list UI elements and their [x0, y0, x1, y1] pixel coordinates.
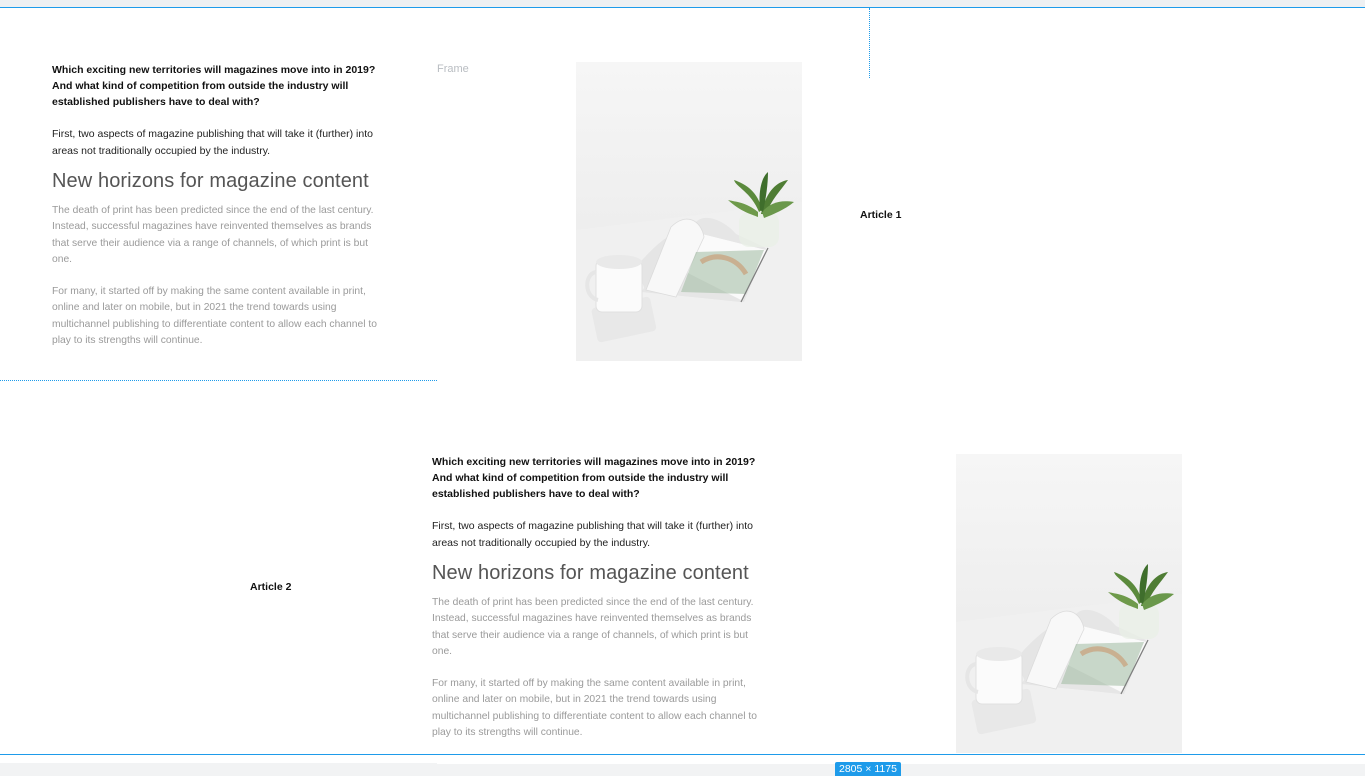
article-2-text-block[interactable]: Which exciting new territories will maga… — [432, 454, 762, 741]
article-intro: First, two aspects of magazine publishin… — [52, 128, 373, 157]
selection-top-edge[interactable] — [0, 7, 1365, 8]
article-heading: New horizons for magazine content — [432, 562, 749, 584]
frame-label[interactable]: Frame — [437, 63, 469, 75]
horizontal-guide[interactable] — [0, 380, 437, 381]
article-lead: Which exciting new territories will maga… — [52, 64, 376, 108]
article-heading: New horizons for magazine content — [52, 170, 369, 192]
magazine-mug-plant-photo-icon — [956, 454, 1182, 753]
article-paragraph: The death of print has been predicted si… — [432, 597, 754, 657]
selection-size-badge: 2805 × 1175 — [835, 762, 901, 776]
magazine-mug-plant-photo-icon — [576, 62, 802, 361]
article-2-image[interactable] — [956, 454, 1182, 753]
article-paragraph: For many, it started off by making the s… — [432, 678, 757, 739]
artboard-edge — [437, 754, 1365, 764]
artboard-title[interactable]: Article 2 — [250, 581, 291, 593]
design-canvas[interactable]: Frame Which exciting new territories wil… — [0, 0, 1365, 776]
selection-bottom-edge[interactable] — [0, 754, 1365, 755]
article-paragraph: The death of print has been predicted si… — [52, 205, 374, 265]
artboard-title[interactable]: Article 1 — [860, 209, 901, 221]
article-1-text-block[interactable]: Which exciting new territories will maga… — [52, 62, 382, 349]
canvas-top-gutter — [0, 0, 1365, 7]
article-lead: Which exciting new territories will maga… — [432, 456, 756, 500]
article-intro: First, two aspects of magazine publishin… — [432, 520, 753, 549]
article-paragraph: For many, it started off by making the s… — [52, 286, 377, 347]
article-1-image[interactable] — [576, 62, 802, 361]
vertical-guide[interactable] — [869, 8, 870, 78]
